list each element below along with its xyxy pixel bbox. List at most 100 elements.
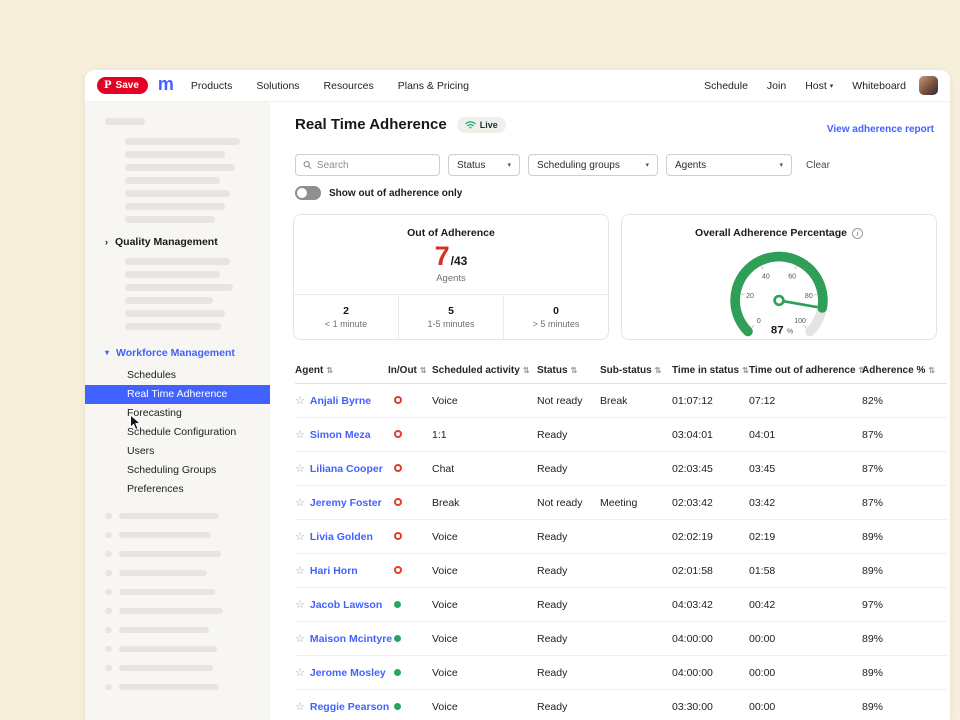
clear-filters-button[interactable]: Clear: [806, 160, 830, 171]
agent-name-link[interactable]: Maison Mcintyre: [310, 633, 392, 645]
sidebar-item-forecasting[interactable]: Forecasting: [85, 404, 270, 423]
table-row[interactable]: ☆ Anjali Byrne Voice Not ready Break 01:…: [295, 384, 947, 418]
status-cell: Ready: [537, 701, 600, 713]
nav-item-join[interactable]: Join: [767, 80, 786, 92]
star-icon[interactable]: ☆: [295, 632, 305, 645]
nav-item-resources[interactable]: Resources: [324, 80, 374, 92]
sidebar-section-workforce-management[interactable]: ▾ Workforce Management: [105, 347, 270, 359]
table-row[interactable]: ☆ Maison Mcintyre Voice Ready 04:00:00 0…: [295, 622, 947, 656]
star-icon[interactable]: ☆: [295, 428, 305, 441]
agent-name-link[interactable]: Jerome Mosley: [310, 667, 386, 679]
skeleton-row: [105, 646, 270, 652]
star-icon[interactable]: ☆: [295, 700, 305, 713]
agent-name-link[interactable]: Livia Golden: [310, 531, 373, 543]
agent-name-link[interactable]: Simon Meza: [310, 429, 371, 441]
agent-name-link[interactable]: Reggie Pearson: [310, 701, 389, 713]
nav-item-products[interactable]: Products: [191, 80, 232, 92]
status-cell: Ready: [537, 463, 600, 475]
table-row[interactable]: ☆ Simon Meza 1:1 Ready 03:04:01 04:01 87…: [295, 418, 947, 452]
skeleton-bar: [119, 551, 221, 557]
column-header-scheduled-activity[interactable]: Scheduled activity⇅: [432, 365, 537, 376]
nav-item-schedule[interactable]: Schedule: [704, 80, 748, 92]
star-icon[interactable]: ☆: [295, 666, 305, 679]
column-header-label: Scheduled activity: [432, 365, 520, 376]
agent-name-link[interactable]: Anjali Byrne: [310, 395, 371, 407]
skeleton-dash: [105, 513, 112, 519]
column-header-status[interactable]: Status⇅: [537, 365, 600, 376]
column-header-agent[interactable]: Agent⇅: [295, 365, 388, 376]
sort-icon[interactable]: ⇅: [742, 366, 749, 375]
star-icon[interactable]: ☆: [295, 564, 305, 577]
table-row[interactable]: ☆ Livia Golden Voice Ready 02:02:19 02:1…: [295, 520, 947, 554]
time-out-of-adherence-cell: 07:12: [749, 395, 862, 407]
sub-status-cell: Meeting: [600, 497, 672, 509]
column-header-adherence[interactable]: Adherence %⇅: [862, 365, 947, 376]
sort-icon[interactable]: ⇅: [655, 366, 662, 375]
agent-name-link[interactable]: Jacob Lawson: [310, 599, 382, 611]
star-icon[interactable]: ☆: [295, 394, 305, 407]
nav-item-host[interactable]: Host▾: [805, 80, 833, 92]
column-header-time-in-status[interactable]: Time in status⇅: [672, 365, 749, 376]
sidebar-item-users[interactable]: Users: [85, 442, 270, 461]
status-cell: Ready: [537, 667, 600, 679]
table-row[interactable]: ☆ Jeremy Foster Break Not ready Meeting …: [295, 486, 947, 520]
skeleton-group: [85, 258, 270, 330]
table-row[interactable]: ☆ Jerome Mosley Voice Ready 04:00:00 00:…: [295, 656, 947, 690]
time-in-status-cell: 03:30:00: [672, 701, 749, 713]
inout-cell: [388, 429, 432, 441]
miro-logo[interactable]: m: [158, 75, 173, 93]
agent-cell: ☆ Simon Meza: [295, 428, 388, 441]
nav-item-whiteboard[interactable]: Whiteboard: [852, 80, 906, 92]
skeleton-dash: [105, 570, 112, 576]
agents-dropdown[interactable]: Agents ▾: [666, 154, 792, 176]
agent-name-link[interactable]: Hari Horn: [310, 565, 358, 577]
agent-cell: ☆ Reggie Pearson: [295, 700, 388, 713]
agent-name-link[interactable]: Jeremy Foster: [310, 497, 382, 509]
sidebar-item-scheduling-groups[interactable]: Scheduling Groups: [85, 461, 270, 480]
column-header-sub-status[interactable]: Sub-status⇅: [600, 365, 672, 376]
adherence-percent-cell: 89%: [862, 565, 947, 577]
sidebar-item-real-time-adherence[interactable]: Real Time Adherence: [85, 385, 270, 404]
column-header-in-out[interactable]: In/Out⇅: [388, 365, 432, 376]
column-header-time-out-of-adherence[interactable]: Time out of adherence⇅: [749, 365, 862, 376]
table-row[interactable]: ☆ Liliana Cooper Chat Ready 02:03:45 03:…: [295, 452, 947, 486]
sort-icon[interactable]: ⇅: [326, 366, 333, 375]
sort-icon[interactable]: ⇅: [523, 366, 530, 375]
table-row[interactable]: ☆ Jacob Lawson Voice Ready 04:03:42 00:4…: [295, 588, 947, 622]
table-row[interactable]: ☆ Hari Horn Voice Ready 02:01:58 01:58 8…: [295, 554, 947, 588]
agent-name-link[interactable]: Liliana Cooper: [310, 463, 383, 475]
star-icon[interactable]: ☆: [295, 496, 305, 509]
sidebar-section-quality-management[interactable]: › Quality Management: [105, 236, 270, 248]
star-icon[interactable]: ☆: [295, 598, 305, 611]
info-icon[interactable]: i: [852, 228, 863, 239]
sidebar-item-schedules[interactable]: Schedules: [85, 366, 270, 385]
sidebar-item-schedule-configuration[interactable]: Schedule Configuration: [85, 423, 270, 442]
search-input[interactable]: [317, 160, 432, 171]
gauge-pivot: [775, 296, 784, 305]
sidebar-item-preferences[interactable]: Preferences: [85, 480, 270, 499]
view-adherence-report-link[interactable]: View adherence report: [827, 124, 934, 135]
out-of-adherence-toggle[interactable]: [295, 186, 321, 200]
star-icon[interactable]: ☆: [295, 462, 305, 475]
sort-icon[interactable]: ⇅: [420, 366, 427, 375]
sort-icon[interactable]: ⇅: [571, 366, 578, 375]
skeleton-bar: [119, 513, 219, 519]
sort-icon[interactable]: ⇅: [928, 366, 935, 375]
status-dropdown[interactable]: Status ▾: [448, 154, 520, 176]
nav-item-solutions[interactable]: Solutions: [256, 80, 299, 92]
skeleton-bar: [125, 216, 215, 223]
nav-item-plans-pricing[interactable]: Plans & Pricing: [398, 80, 469, 92]
table-row[interactable]: ☆ Reggie Pearson Voice Ready 03:30:00 00…: [295, 690, 947, 720]
pinterest-save-button[interactable]: P Save: [97, 77, 148, 94]
search-box[interactable]: [295, 154, 440, 176]
skeleton-bar: [119, 608, 223, 614]
star-icon[interactable]: ☆: [295, 530, 305, 543]
nav-right-menu: Schedule Join Host▾ Whiteboard: [704, 80, 906, 92]
user-avatar[interactable]: [919, 76, 938, 95]
breakdown-label: > 5 minutes: [533, 319, 580, 329]
skeleton-group: [85, 513, 270, 690]
scheduling-groups-dropdown[interactable]: Scheduling groups ▾: [528, 154, 658, 176]
inout-cell: [388, 701, 432, 713]
count-total: /43: [451, 254, 468, 268]
skeleton-row: [105, 589, 270, 595]
